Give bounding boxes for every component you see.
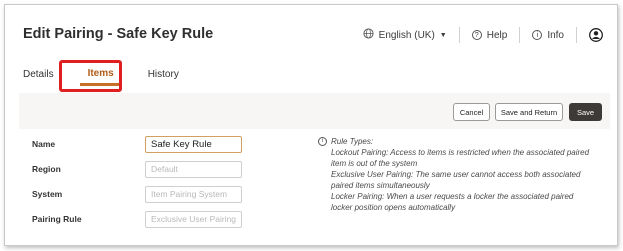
info-icon: i <box>532 30 543 40</box>
chevron-down-icon: ▼ <box>439 31 447 39</box>
help-label: Help <box>486 29 508 41</box>
page-title: Edit Pairing - Safe Key Rule <box>23 26 214 42</box>
divider <box>458 27 460 43</box>
language-label: English (UK) <box>378 29 435 41</box>
rule-types-line: locker position opens automatically <box>331 203 456 212</box>
system-label: System <box>32 189 63 199</box>
system-field[interactable]: Item Pairing System <box>145 186 242 203</box>
tab-items[interactable]: Items <box>79 68 122 86</box>
rule-types-line: paired items simultaneously <box>331 181 430 190</box>
save-button[interactable]: Save <box>569 103 602 121</box>
help-icon: ? <box>471 30 482 40</box>
name-field[interactable]: Safe Key Rule <box>145 136 242 153</box>
divider <box>576 27 577 43</box>
tab-history[interactable]: History <box>148 69 179 86</box>
pairing-rule-field[interactable]: Exclusive User Pairing <box>145 211 242 228</box>
region-label: Region <box>32 164 61 174</box>
rule-types-line: item is out of the system <box>331 159 418 168</box>
divider <box>519 27 521 43</box>
info-link[interactable]: i Info <box>532 30 564 41</box>
rule-types-line: Locker Pairing: When a user requests a l… <box>331 192 574 201</box>
rule-types-line: Exclusive User Pairing: The same user ca… <box>331 170 581 179</box>
rule-types-heading: Rule Types: <box>331 137 374 146</box>
edit-pairing-window: Edit Pairing - Safe Key Rule English (UK… <box>4 4 618 246</box>
action-toolbar: Cancel Save and Return Save <box>19 93 610 129</box>
user-avatar-icon[interactable] <box>589 28 603 42</box>
name-label: Name <box>32 139 56 149</box>
rule-types-info: i Rule Types: Lockout Pairing: Access to… <box>318 136 608 213</box>
rule-types-line: Lockout Pairing: Access to items is rest… <box>331 148 590 157</box>
tab-bar: Details Items History <box>23 64 205 86</box>
tab-details[interactable]: Details <box>23 69 54 86</box>
info-icon: i <box>318 137 327 146</box>
save-and-return-button[interactable]: Save and Return <box>495 103 563 121</box>
pairing-rule-label: Pairing Rule <box>32 214 82 224</box>
top-actions: English (UK) ▼ ? Help i Info <box>363 27 603 43</box>
info-label: Info <box>547 29 564 41</box>
help-link[interactable]: ? Help <box>471 29 508 41</box>
globe-icon <box>363 28 374 42</box>
cancel-button[interactable]: Cancel <box>453 103 490 121</box>
region-field[interactable]: Default <box>145 161 242 178</box>
language-selector[interactable]: English (UK) ▼ <box>363 28 447 42</box>
